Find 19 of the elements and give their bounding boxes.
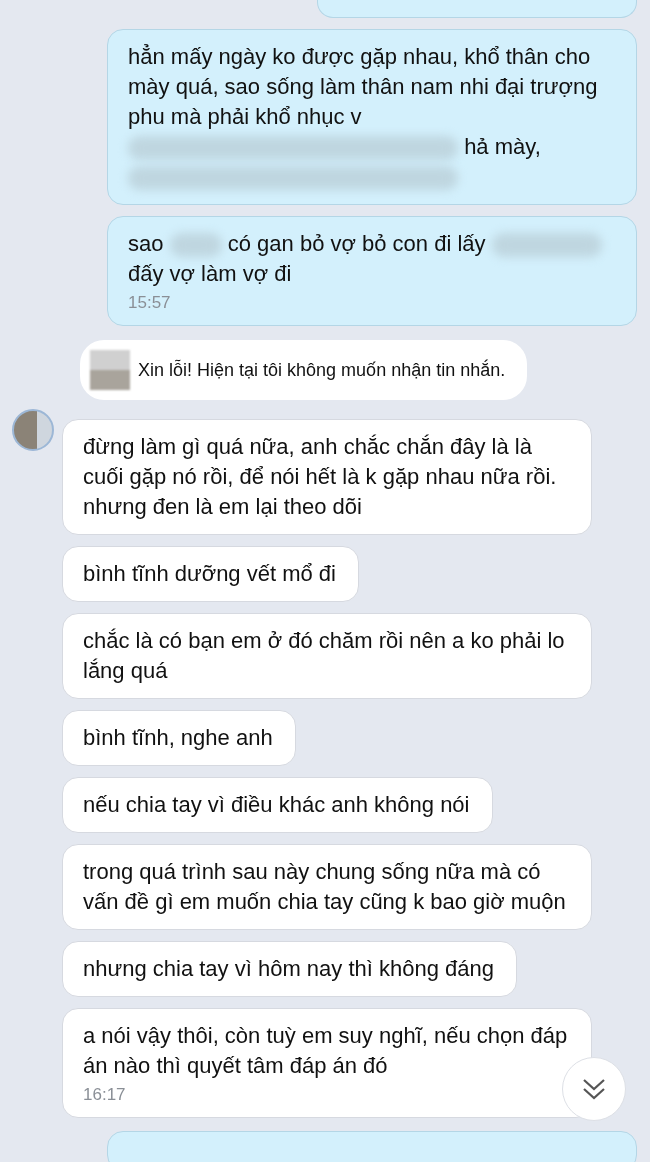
message-text: nếu chia tay vì điều khác anh không nói: [83, 792, 470, 817]
message-text: a nói vậy thôi, còn tuỳ em suy nghĩ, nếu chọn đáp án nào thì quyết tâm đáp án đó: [83, 1023, 568, 1078]
message-text: chắc là có bạn em ở đó chăm rồi nên a ko phải lo lắng quá: [83, 628, 565, 683]
avatar[interactable]: [12, 409, 54, 451]
message-time: 15:57: [128, 293, 172, 313]
redaction-blur: [169, 233, 222, 258]
message-text: có gan bỏ vợ bỏ con đi lấy: [227, 231, 486, 256]
message-text: trong quá trình sau này chung sống nữa mà có vấn đề gì em muốn chia tay cũng k bao giờ muộn: [83, 859, 566, 914]
message-text: hả mày,: [464, 134, 541, 159]
double-chevron-down-icon: [581, 1077, 607, 1101]
message-text: nhưng chia tay vì hôm nay thì không đáng: [83, 956, 494, 981]
message-text: bình tĩnh dưỡng vết mổ đi: [83, 561, 336, 586]
message-text: bình tĩnh, nghe anh: [83, 725, 273, 750]
avatar-icon: [90, 350, 130, 390]
message-text: đừng làm gì quá nữa, anh chắc chắn đây là là cuối gặp nó rồi, để nói hết là k gặp nhau nữa rồi. nhưng đen là em lại theo dõi: [83, 434, 557, 519]
message-text: đấy vợ làm vợ đi: [128, 261, 292, 286]
message-text: sao: [128, 231, 164, 256]
notice-text: Xin lỗi! Hiện tại tôi không muốn nhận tin nhắn.: [138, 359, 506, 381]
message-time: 16:17: [83, 1085, 127, 1105]
